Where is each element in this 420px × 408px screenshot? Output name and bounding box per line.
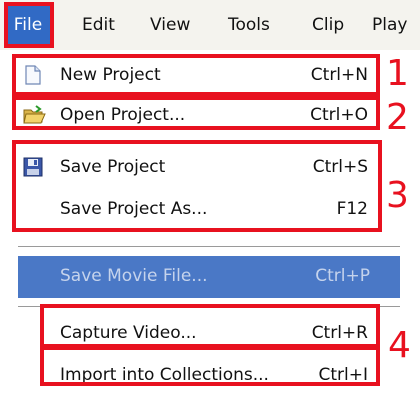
menu-clip[interactable]: Clip (312, 14, 344, 36)
annotation-box-1 (12, 54, 380, 96)
annotation-box-4b (40, 346, 380, 386)
menu-view[interactable]: View (150, 14, 190, 36)
menu-bar: File Edit View Tools Clip Play (0, 0, 420, 51)
menu-tools[interactable]: Tools (228, 14, 270, 36)
menu-edit[interactable]: Edit (82, 14, 115, 36)
menu-item-save-movie-file[interactable]: Save Movie File... Ctrl+P (18, 256, 400, 298)
annotation-number-3: 3 (386, 175, 409, 216)
menu-separator (18, 246, 400, 248)
annotation-box-3 (12, 140, 382, 232)
annotation-number-1: 1 (386, 53, 409, 94)
file-menu-highlight-box (4, 2, 54, 48)
annotation-box-2 (12, 96, 380, 130)
save-movie-file-label: Save Movie File... (60, 266, 208, 286)
save-movie-file-shortcut: Ctrl+P (315, 266, 370, 286)
annotation-number-4: 4 (388, 325, 411, 366)
annotation-number-2: 2 (386, 97, 409, 138)
menu-play[interactable]: Play (372, 14, 407, 36)
annotation-box-4a (40, 304, 380, 348)
